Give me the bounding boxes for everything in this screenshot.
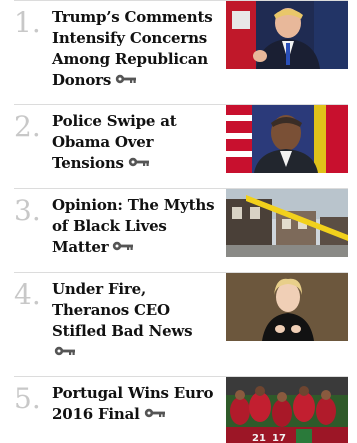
article-title-link[interactable]: Opinion: The Myths of Black Lives Matter [52,195,222,259]
key-icon [144,403,166,424]
theranos-ceo-photo[interactable] [226,273,348,341]
article-item-2[interactable]: 2. Police Swipe at Obama Over Tensions [14,104,348,189]
article-number: 3. [14,194,41,227]
article-title-link[interactable]: Police Swipe at Obama Over Tensions [52,111,222,175]
article-item-3[interactable]: 3. Opinion: The Myths of Black Lives Mat… [14,188,348,273]
article-title-link[interactable]: Portugal Wins Euro 2016 Final [52,383,222,426]
most-popular-list: 1. Trump’s Comments Intensify Concerns A… [0,0,357,443]
trump-photo[interactable] [226,1,348,69]
article-title-text: Portugal Wins Euro 2016 Final [52,384,214,423]
article-title-text: Under Fire, Theranos CEO Stifled Bad New… [52,280,193,340]
article-title-link[interactable]: Trump’s Comments Intensify Concerns Amon… [52,7,222,92]
key-icon [128,152,150,173]
article-title-link[interactable]: Under Fire, Theranos CEO Stifled Bad New… [52,279,222,364]
article-item-1[interactable]: 1. Trump’s Comments Intensify Concerns A… [14,0,348,105]
key-icon [115,69,137,90]
article-title-text: Police Swipe at Obama Over Tensions [52,112,177,172]
article-number: 5. [14,382,41,415]
obama-photo[interactable] [226,105,348,173]
key-icon [112,236,134,257]
police-tape-photo[interactable] [226,189,348,257]
article-item-4[interactable]: 4. Under Fire, Theranos CEO Stifled Bad … [14,272,348,377]
portugal-team-photo[interactable]: 21 17 [226,377,348,443]
article-item-5[interactable]: 5. Portugal Wins Euro 2016 Final 21 17 [14,376,348,443]
article-number: 1. [14,6,41,39]
article-number: 2. [14,110,41,143]
key-icon [54,341,76,362]
article-number: 4. [14,278,41,311]
